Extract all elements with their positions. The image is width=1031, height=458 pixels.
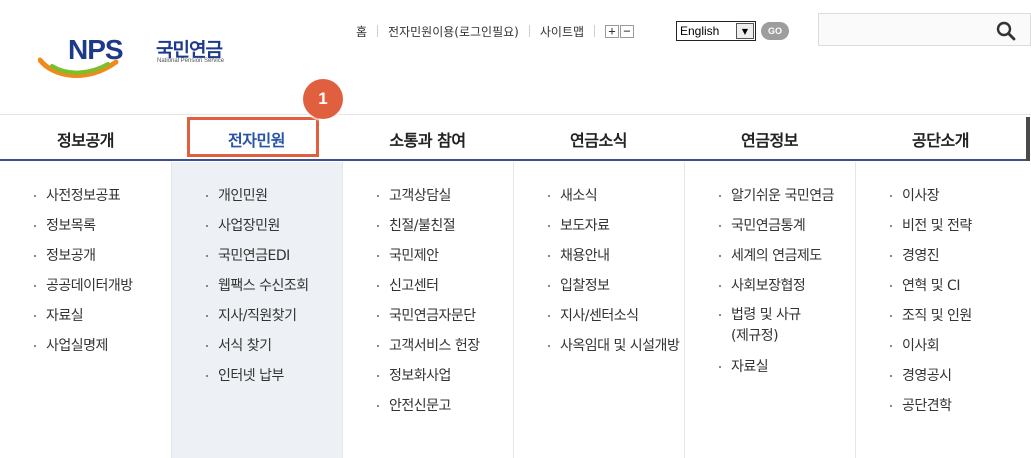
submenu-item[interactable]: 이사회 — [856, 331, 1031, 361]
submenu-info-disclosure: 사전정보공표 정보목록 정보공개 공공데이터개방 자료실 사업실명제 — [0, 162, 171, 458]
submenu-item[interactable]: 신고센터 — [343, 271, 513, 301]
submenu-item[interactable]: 채용안내 — [514, 241, 684, 271]
sitemap-link[interactable]: 사이트맵 — [540, 23, 584, 40]
divider — [377, 25, 379, 37]
submenu-item[interactable]: 고객서비스 헌장 — [343, 331, 513, 361]
divider — [594, 25, 596, 37]
submenu-pension-info: 알기쉬운 국민연금 국민연금통계 세계의 연금제도 사회보장협정 법령 및 사규… — [684, 162, 855, 458]
submenu-about: 이사장 비전 및 전략 경영진 연혁 및 CI 조직 및 인원 이사회 경영공시… — [855, 162, 1031, 458]
submenu-item[interactable]: 새소식 — [514, 181, 684, 211]
search-icon[interactable] — [996, 21, 1016, 41]
nav-underline — [0, 159, 1028, 161]
language-select[interactable]: English ▼ — [676, 21, 756, 41]
submenu-item[interactable]: 사업장민원 — [172, 211, 342, 241]
submenu-item[interactable]: 비전 및 전략 — [856, 211, 1031, 241]
submenu-item[interactable]: 국민연금통계 — [685, 211, 855, 241]
civil-service-login-link[interactable]: 전자민원이용(로그인필요) — [388, 23, 519, 40]
search-input[interactable] — [818, 13, 1031, 46]
submenu-item[interactable]: 개인민원 — [172, 181, 342, 211]
submenu-item[interactable]: 조직 및 인원 — [856, 301, 1031, 331]
submenu-item[interactable]: 지사/센터소식 — [514, 301, 684, 331]
submenu-item[interactable]: 사회보장협정 — [685, 271, 855, 301]
tab-info-disclosure[interactable]: 정보공개 — [0, 127, 171, 151]
submenu-item[interactable]: 공단견학 — [856, 391, 1031, 421]
submenu-item[interactable]: 경영진 — [856, 241, 1031, 271]
zoom-out-button[interactable]: − — [620, 24, 635, 38]
nps-logo-mark: NPS — [38, 34, 124, 78]
submenu-item[interactable]: 안전신문고 — [343, 391, 513, 421]
zoom-in-button[interactable]: + — [605, 24, 620, 38]
submenu-item[interactable]: 인터넷 납부 — [172, 361, 342, 391]
utility-links: 홈 전자민원이용(로그인필요) 사이트맵 + − — [356, 21, 635, 41]
submenu-item[interactable]: 국민연금자문단 — [343, 301, 513, 331]
submenu-item[interactable]: 사옥임대 및 시설개방 — [514, 331, 684, 361]
submenu-item[interactable]: 정보공개 — [0, 241, 171, 271]
tab-communication[interactable]: 소통과 참여 — [342, 127, 513, 151]
submenu-item[interactable]: 법령 및 사규(제규정) — [685, 301, 805, 352]
submenu-item[interactable]: 국민제안 — [343, 241, 513, 271]
step-badge: 1 — [303, 79, 343, 119]
language-go-button[interactable]: GO — [761, 22, 789, 40]
submenu-item[interactable]: 정보목록 — [0, 211, 171, 241]
home-link[interactable]: 홈 — [356, 23, 367, 40]
submenu-item[interactable]: 알기쉬운 국민연금 — [685, 181, 855, 211]
submenu-item[interactable]: 공공데이터개방 — [0, 271, 171, 301]
chevron-down-icon: ▼ — [736, 23, 754, 39]
tab-pension-news[interactable]: 연금소식 — [513, 127, 684, 151]
submenu-item[interactable]: 친절/불친절 — [343, 211, 513, 241]
zoom-controls: + − — [605, 24, 635, 38]
submenu-item[interactable]: 지사/직원찾기 — [172, 301, 342, 331]
highlight-box — [187, 117, 319, 157]
tab-pension-info[interactable]: 연금정보 — [684, 127, 855, 151]
submenu-item[interactable]: 서식 찾기 — [172, 331, 342, 361]
submenu-item[interactable]: 보도자료 — [514, 211, 684, 241]
submenu-item[interactable]: 세계의 연금제도 — [685, 241, 855, 271]
logo-name-en: National Pension Service — [157, 58, 225, 64]
logo-mark-text: NPS — [68, 34, 123, 65]
submenu-item[interactable]: 고객상담실 — [343, 181, 513, 211]
submenu-item[interactable]: 이사장 — [856, 181, 1031, 211]
submenu-item[interactable]: 국민연금EDI — [172, 241, 342, 271]
submenu-item[interactable]: 경영공시 — [856, 361, 1031, 391]
submenu-item[interactable]: 정보화사업 — [343, 361, 513, 391]
submenu-item[interactable]: 입찰정보 — [514, 271, 684, 301]
nps-logo[interactable]: NPS 국민연금 National Pension Service — [38, 26, 248, 86]
submenu-item[interactable]: 연혁 및 CI — [856, 271, 1031, 301]
divider — [528, 25, 530, 37]
submenu-item[interactable]: 자료실 — [685, 352, 855, 382]
submenu-communication: 고객상담실 친절/불친절 국민제안 신고센터 국민연금자문단 고객서비스 헌장 … — [342, 162, 513, 458]
submenu-item[interactable]: 사업실명제 — [0, 331, 171, 361]
tab-about[interactable]: 공단소개 — [855, 127, 1026, 151]
submenu-item[interactable]: 사전정보공표 — [0, 181, 171, 211]
submenu-item[interactable]: 웹팩스 수신조회 — [172, 271, 342, 301]
language-selected: English — [680, 24, 720, 38]
nav-edge — [1026, 117, 1030, 161]
submenu-item[interactable]: 자료실 — [0, 301, 171, 331]
submenu-pension-news: 새소식 보도자료 채용안내 입찰정보 지사/센터소식 사옥임대 및 시설개방 — [513, 162, 684, 458]
submenu-e-civil-service: 개인민원 사업장민원 국민연금EDI 웹팩스 수신조회 지사/직원찾기 서식 찾… — [171, 162, 342, 458]
